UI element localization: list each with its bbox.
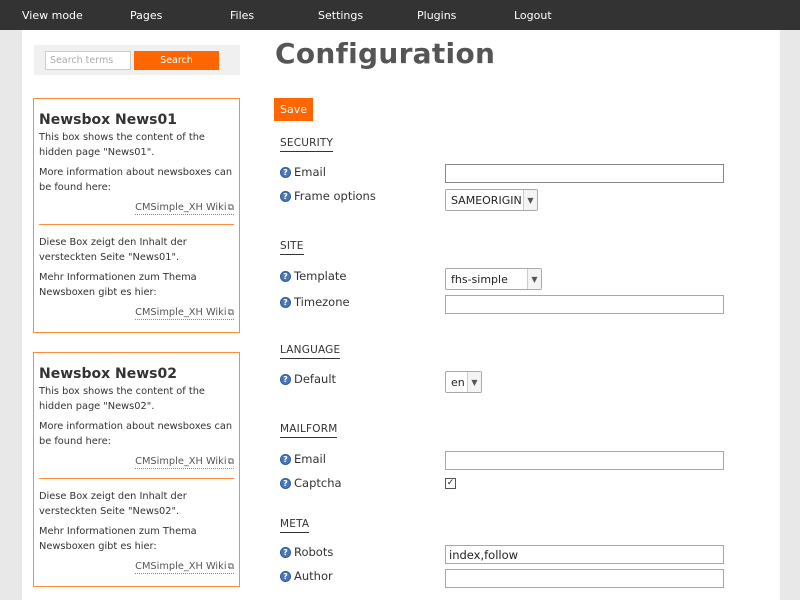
template-select[interactable]: fhs-simple ▼: [445, 268, 542, 290]
robots-input[interactable]: [445, 545, 724, 564]
field-label-mailform-email: ? Email: [280, 452, 326, 466]
search-button[interactable]: Search: [134, 51, 219, 70]
wiki-link-label: CMSimple_XH Wiki: [135, 561, 227, 572]
mailform-email-input[interactable]: [445, 451, 724, 470]
help-icon[interactable]: ?: [280, 373, 291, 385]
section-heading-mailform: MAILFORM: [280, 423, 338, 438]
field-label-captcha: ? Captcha: [280, 476, 342, 490]
default-language-select[interactable]: en ▼: [445, 371, 482, 393]
save-button[interactable]: Save: [274, 98, 313, 121]
field-label-default-language: ? Default: [280, 372, 336, 386]
help-icon[interactable]: ?: [280, 570, 291, 582]
timezone-input[interactable]: [445, 295, 724, 314]
external-link-icon: ⧉: [227, 308, 234, 318]
newsbox-more-en: More information about newsboxes can be …: [39, 167, 233, 193]
help-icon[interactable]: ?: [280, 453, 291, 465]
chevron-down-icon: ▼: [467, 372, 481, 392]
author-input[interactable]: [445, 569, 724, 588]
newsbox-more-en: More information about newsboxes can be …: [39, 421, 233, 447]
field-label-template: ? Template: [280, 269, 346, 283]
nav-logout[interactable]: Logout: [514, 0, 552, 30]
help-icon[interactable]: ?: [280, 270, 291, 282]
select-value: en: [451, 375, 465, 389]
chevron-down-icon: ▼: [523, 190, 537, 210]
newsbox-more-de: Mehr Informationen zum Thema Newsboxen g…: [39, 272, 197, 298]
label-text: Captcha: [294, 476, 342, 490]
help-icon[interactable]: ?: [280, 546, 291, 558]
external-link-icon: ⧉: [227, 562, 234, 572]
page-container: Search Newsbox News01 This box shows the…: [22, 30, 780, 600]
newsbox-wiki-link-de[interactable]: CMSimple_XH Wiki⧉: [135, 307, 234, 320]
nav-pages[interactable]: Pages: [130, 0, 162, 30]
label-text: Template: [294, 269, 347, 283]
newsbox-wiki-link-de[interactable]: CMSimple_XH Wiki⧉: [135, 561, 234, 574]
external-link-icon: ⧉: [227, 457, 234, 467]
newsbox-text-en: This box shows the content of the hidden…: [39, 386, 205, 412]
section-heading-meta: META: [280, 518, 310, 533]
newsbox-wiki-link-en[interactable]: CMSimple_XH Wiki⧉: [135, 202, 234, 215]
newsbox-text-de: Diese Box zeigt den Inhalt der versteckt…: [39, 491, 187, 517]
help-icon[interactable]: ?: [280, 166, 291, 178]
section-heading-language: LANGUAGE: [280, 344, 341, 359]
help-icon[interactable]: ?: [280, 190, 291, 202]
help-icon[interactable]: ?: [280, 477, 291, 489]
wiki-link-label: CMSimple_XH Wiki: [135, 307, 227, 318]
newsbox-more-de: Mehr Informationen zum Thema Newsboxen g…: [39, 526, 197, 552]
newsbox-wiki-link-en[interactable]: CMSimple_XH Wiki⧉: [135, 456, 234, 469]
nav-view-mode[interactable]: View mode: [22, 0, 83, 30]
field-label-robots: ? Robots: [280, 545, 333, 559]
captcha-checkbox[interactable]: ✓: [445, 478, 456, 489]
section-heading-security: SECURITY: [280, 137, 334, 152]
newsbox-text-en: This box shows the content of the hidden…: [39, 132, 205, 158]
chevron-down-icon: ▼: [527, 269, 541, 289]
newsbox-divider: [39, 478, 234, 479]
field-label-timezone: ? Timezone: [280, 295, 350, 309]
security-email-input[interactable]: [445, 164, 724, 183]
select-value: SAMEORIGIN: [451, 193, 522, 207]
newsbox-title: Newsbox News01: [39, 112, 177, 128]
search-input[interactable]: [45, 51, 131, 70]
frame-options-select[interactable]: SAMEORIGIN ▼: [445, 189, 538, 211]
wiki-link-label: CMSimple_XH Wiki: [135, 456, 227, 467]
page-title: Configuration: [275, 37, 496, 70]
search-box: Search: [34, 45, 240, 75]
label-text: Timezone: [294, 295, 350, 309]
label-text: Email: [294, 165, 326, 179]
newsbox-news02: Newsbox News02 This box shows the conten…: [33, 352, 240, 587]
nav-settings[interactable]: Settings: [318, 0, 363, 30]
label-text: Robots: [294, 545, 334, 559]
field-label-security-email: ? Email: [280, 165, 326, 179]
help-icon[interactable]: ?: [280, 296, 291, 308]
nav-files[interactable]: Files: [230, 0, 254, 30]
newsbox-news01: Newsbox News01 This box shows the conten…: [33, 98, 240, 333]
newsbox-divider: [39, 224, 234, 225]
select-value: fhs-simple: [451, 272, 508, 286]
external-link-icon: ⧉: [227, 203, 234, 213]
newsbox-text-de: Diese Box zeigt den Inhalt der versteckt…: [39, 237, 187, 263]
admin-menubar: View mode Pages Files Settings Plugins L…: [0, 0, 800, 30]
nav-plugins[interactable]: Plugins: [417, 0, 456, 30]
label-text: Author: [294, 569, 333, 583]
field-label-author: ? Author: [280, 569, 333, 583]
wiki-link-label: CMSimple_XH Wiki: [135, 202, 227, 213]
section-heading-site: SITE: [280, 240, 304, 255]
label-text: Frame options: [294, 189, 376, 203]
label-text: Email: [294, 452, 326, 466]
field-label-frame-options: ? Frame options: [280, 189, 376, 203]
newsbox-title: Newsbox News02: [39, 366, 177, 382]
label-text: Default: [294, 372, 337, 386]
